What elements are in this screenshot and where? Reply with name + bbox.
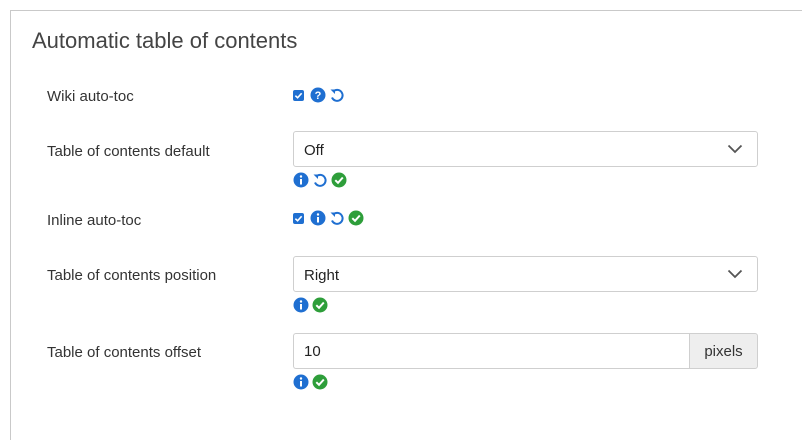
chevron-down-icon bbox=[727, 144, 743, 154]
check-circle-icon bbox=[331, 172, 347, 188]
undo-icon[interactable] bbox=[329, 210, 345, 226]
toc-default-controls bbox=[293, 171, 347, 189]
info-circle-icon[interactable] bbox=[293, 374, 309, 390]
section-title: Automatic table of contents bbox=[32, 28, 298, 53]
wiki-auto-toc-controls: ? bbox=[293, 86, 345, 104]
inline-auto-toc-controls bbox=[293, 209, 364, 227]
undo-icon[interactable] bbox=[329, 87, 345, 103]
question-circle-icon[interactable]: ? bbox=[310, 87, 326, 103]
toc-default-select[interactable]: Off bbox=[293, 131, 758, 167]
info-circle-icon[interactable] bbox=[293, 172, 309, 188]
toc-offset-label: Table of contents offset bbox=[47, 344, 201, 361]
chevron-down-icon bbox=[727, 269, 743, 279]
wiki-auto-toc-label: Wiki auto-toc bbox=[47, 88, 134, 105]
check-circle-icon bbox=[348, 210, 364, 226]
toc-offset-controls bbox=[293, 373, 328, 391]
toc-default-label: Table of contents default bbox=[47, 143, 210, 160]
wiki-auto-toc-checkbox[interactable] bbox=[293, 89, 304, 101]
info-circle-icon[interactable] bbox=[293, 297, 309, 313]
toc-offset-input[interactable] bbox=[293, 333, 690, 369]
toc-offset-input-group: pixels bbox=[293, 333, 758, 369]
inline-auto-toc-checkbox[interactable] bbox=[293, 212, 304, 224]
check-circle-icon bbox=[312, 297, 328, 313]
toc-offset-unit: pixels bbox=[689, 333, 758, 369]
check-circle-icon bbox=[312, 374, 328, 390]
info-circle-icon[interactable] bbox=[310, 210, 326, 226]
toc-position-label: Table of contents position bbox=[47, 267, 217, 284]
toc-position-controls bbox=[293, 296, 328, 314]
inline-auto-toc-label: Inline auto-toc bbox=[47, 212, 142, 229]
toc-position-select[interactable]: Right bbox=[293, 256, 758, 292]
toc-position-value: Right bbox=[304, 267, 340, 284]
undo-icon[interactable] bbox=[312, 172, 328, 188]
toc-default-value: Off bbox=[304, 142, 324, 159]
svg-text:?: ? bbox=[315, 90, 322, 102]
